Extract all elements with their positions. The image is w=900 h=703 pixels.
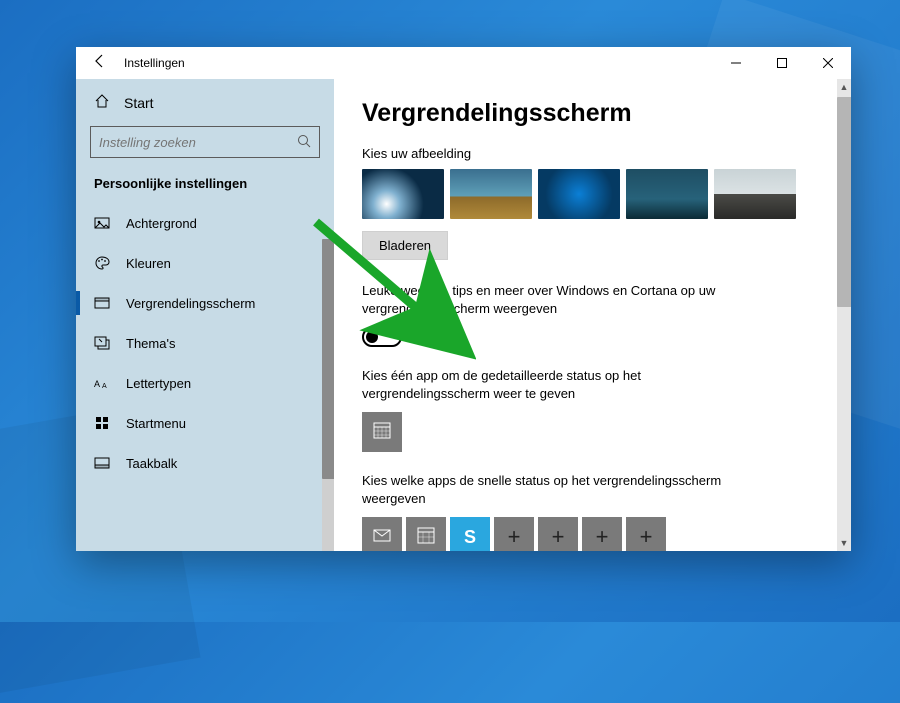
- toggle-knob: [366, 331, 378, 343]
- startmenu-icon: [94, 415, 110, 431]
- quick-app-slot-mail[interactable]: [362, 517, 402, 551]
- settings-window: Instellingen Start Pe: [76, 47, 851, 551]
- sidebar: Start Persoonlijke instellingen Achtergr…: [76, 79, 334, 551]
- sidebar-item-achtergrond[interactable]: Achtergrond: [76, 203, 334, 243]
- svg-text:A: A: [102, 383, 107, 390]
- sidebar-nav: Achtergrond Kleuren Vergrendelingsscherm: [76, 203, 334, 483]
- pick-image-label: Kies uw afbeelding: [362, 146, 827, 161]
- quick-app-slot-add[interactable]: +: [582, 517, 622, 551]
- sidebar-item-label: Lettertypen: [126, 376, 191, 391]
- sidebar-item-vergrendelingsscherm[interactable]: Vergrendelingsscherm: [76, 283, 334, 323]
- tips-toggle[interactable]: [362, 327, 402, 347]
- scrollbar-thumb[interactable]: [322, 239, 334, 479]
- plus-icon: +: [640, 524, 653, 550]
- main-scrollbar[interactable]: ▲ ▼: [837, 79, 851, 551]
- window-title: Instellingen: [124, 56, 185, 70]
- svg-text:A: A: [94, 379, 100, 389]
- picture-icon: [94, 215, 110, 231]
- scrollbar-thumb[interactable]: [837, 97, 851, 307]
- close-button[interactable]: [805, 47, 851, 79]
- toggle-state-label: Uit: [412, 330, 428, 345]
- minimize-button[interactable]: [713, 47, 759, 79]
- sidebar-item-label: Taakbalk: [126, 456, 177, 471]
- back-button[interactable]: [76, 53, 124, 74]
- sidebar-scrollbar[interactable]: [322, 239, 334, 551]
- calendar-icon: [372, 420, 392, 445]
- sidebar-item-taakbalk[interactable]: Taakbalk: [76, 443, 334, 483]
- search-box[interactable]: [90, 126, 320, 158]
- image-thumbnail[interactable]: [450, 169, 532, 219]
- scroll-up-button[interactable]: ▲: [837, 79, 851, 95]
- sidebar-item-lettertypen[interactable]: AA Lettertypen: [76, 363, 334, 403]
- home-icon: [94, 93, 110, 112]
- sidebar-item-label: Startmenu: [126, 416, 186, 431]
- quick-app-slot-add[interactable]: +: [494, 517, 534, 551]
- sidebar-item-themas[interactable]: Thema's: [76, 323, 334, 363]
- lockscreen-icon: [94, 295, 110, 311]
- home-button[interactable]: Start: [76, 79, 334, 122]
- page-title: Vergrendelingsscherm: [362, 99, 827, 128]
- fonts-icon: AA: [94, 375, 110, 391]
- sidebar-item-startmenu[interactable]: Startmenu: [76, 403, 334, 443]
- mail-icon: [372, 525, 392, 550]
- image-thumbnail[interactable]: [626, 169, 708, 219]
- sidebar-item-label: Kleuren: [126, 256, 171, 271]
- image-thumbnail[interactable]: [538, 169, 620, 219]
- image-thumbnail[interactable]: [714, 169, 796, 219]
- sidebar-item-label: Achtergrond: [126, 216, 197, 231]
- themes-icon: [94, 335, 110, 351]
- sidebar-item-label: Thema's: [126, 336, 175, 351]
- detailed-app-description: Kies één app om de gedetailleerde status…: [362, 367, 762, 402]
- quick-app-slots: S + + + +: [362, 517, 827, 551]
- palette-icon: [94, 255, 110, 271]
- image-thumbnails: [362, 169, 827, 219]
- sidebar-item-kleuren[interactable]: Kleuren: [76, 243, 334, 283]
- plus-icon: +: [596, 524, 609, 550]
- quick-app-slot-skype[interactable]: S: [450, 517, 490, 551]
- search-icon: [297, 134, 311, 151]
- quick-app-slot-calendar[interactable]: [406, 517, 446, 551]
- browse-button[interactable]: Bladeren: [362, 231, 448, 260]
- sidebar-item-label: Vergrendelingsscherm: [126, 296, 255, 311]
- scroll-down-button[interactable]: ▼: [837, 535, 851, 551]
- calendar-icon: [416, 525, 436, 550]
- main-panel: Vergrendelingsscherm Kies uw afbeelding …: [334, 79, 851, 551]
- sidebar-section-title: Persoonlijke instellingen: [76, 172, 334, 203]
- skype-icon: S: [464, 527, 476, 548]
- detailed-app-slot[interactable]: [362, 412, 402, 452]
- image-thumbnail[interactable]: [362, 169, 444, 219]
- quick-apps-description: Kies welke apps de snelle status op het …: [362, 472, 762, 507]
- search-input[interactable]: [99, 135, 297, 150]
- plus-icon: +: [552, 524, 565, 550]
- tips-description: Leuke weetjes, tips en meer over Windows…: [362, 282, 762, 317]
- titlebar: Instellingen: [76, 47, 851, 79]
- quick-app-slot-add[interactable]: +: [538, 517, 578, 551]
- plus-icon: +: [508, 524, 521, 550]
- home-label: Start: [124, 95, 154, 111]
- maximize-button[interactable]: [759, 47, 805, 79]
- taskbar-icon: [94, 455, 110, 471]
- quick-app-slot-add[interactable]: +: [626, 517, 666, 551]
